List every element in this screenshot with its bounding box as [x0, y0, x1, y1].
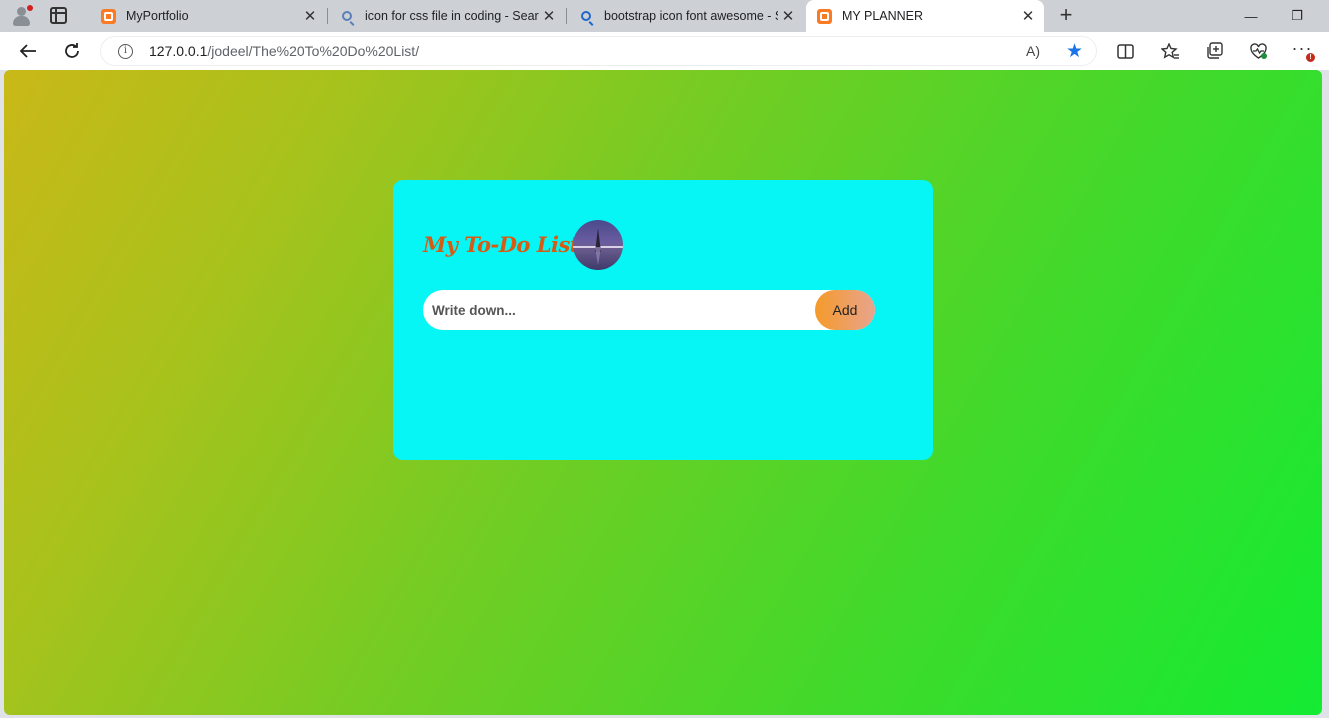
tab-title: MyPortfolio	[126, 9, 189, 23]
xampp-icon	[100, 8, 116, 24]
todo-title: My To-Do List	[423, 232, 580, 257]
tab-separator	[566, 8, 567, 24]
tab-strip: MyPortfolio ✕ icon for css file in codin…	[0, 0, 1329, 32]
restore-button[interactable]: ❐	[1274, 0, 1320, 32]
alert-badge: !	[1306, 53, 1315, 62]
tab-myportfolio[interactable]: MyPortfolio ✕	[90, 0, 326, 32]
browser-toolbar: i 127.0.0.1/jodeel/The%20To%20Do%20List/…	[0, 32, 1329, 70]
tab-title: MY PLANNER	[842, 9, 924, 23]
refresh-icon	[65, 43, 79, 58]
arrow-left-icon	[19, 44, 36, 58]
search-icon	[578, 8, 594, 24]
search-icon	[339, 8, 355, 24]
tab-search-css-icon[interactable]: icon for css file in coding - Search ✕	[329, 0, 565, 32]
favorites-icon[interactable]	[1155, 36, 1185, 66]
todo-input[interactable]	[423, 290, 823, 330]
read-aloud-icon[interactable]: A)	[1026, 43, 1040, 59]
new-tab-button[interactable]: +	[1055, 4, 1077, 27]
profile-icon[interactable]	[10, 5, 33, 27]
close-icon[interactable]: ✕	[300, 6, 320, 26]
close-icon[interactable]: ✕	[1018, 6, 1038, 26]
todo-input-row: Add	[423, 290, 875, 330]
settings-more-icon[interactable]: ··· !	[1287, 36, 1317, 66]
minimize-button[interactable]: —	[1228, 0, 1274, 32]
url-text[interactable]: 127.0.0.1/jodeel/The%20To%20Do%20List/	[149, 43, 419, 59]
split-screen-icon[interactable]	[1110, 36, 1140, 66]
address-bar[interactable]: i 127.0.0.1/jodeel/The%20To%20Do%20List/…	[100, 36, 1097, 66]
page-viewport: My To-Do List Add	[4, 70, 1322, 715]
browser-essentials-icon[interactable]	[1243, 36, 1273, 66]
url-path: /jodeel/The%20To%20Do%20List/	[207, 43, 420, 59]
xampp-icon	[816, 8, 832, 24]
add-button[interactable]: Add	[815, 290, 875, 330]
tab-separator	[327, 8, 328, 24]
back-button[interactable]	[13, 36, 43, 66]
tab-search-bootstrap[interactable]: bootstrap icon font awesome - S ✕	[568, 0, 804, 32]
avatar	[573, 220, 623, 270]
todo-card: My To-Do List Add	[393, 180, 933, 460]
refresh-button[interactable]	[57, 36, 87, 66]
tab-title: bootstrap icon font awesome - S	[604, 9, 778, 23]
tab-actions-icon[interactable]	[50, 7, 67, 24]
tab-title: icon for css file in coding - Search	[365, 9, 539, 23]
favorite-star-icon[interactable]: ★	[1066, 40, 1083, 63]
collections-icon[interactable]	[1199, 36, 1229, 66]
close-icon[interactable]: ✕	[778, 6, 798, 26]
notification-dot	[27, 5, 33, 11]
tab-my-planner[interactable]: MY PLANNER ✕	[806, 0, 1044, 32]
close-icon[interactable]: ✕	[539, 6, 559, 26]
info-icon[interactable]: i	[118, 43, 133, 59]
url-host: 127.0.0.1	[149, 43, 208, 59]
